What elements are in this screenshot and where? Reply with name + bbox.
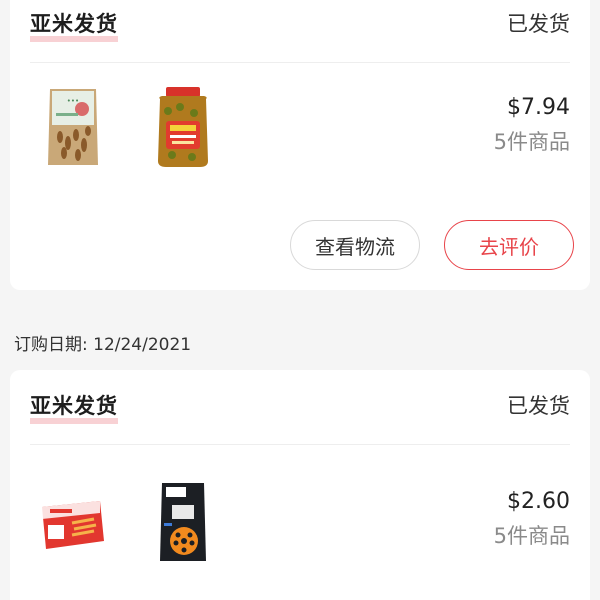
order-card-header: 亚米发货 已发货 — [30, 0, 570, 63]
seller-underline — [30, 36, 118, 42]
item-count: 5件商品 — [493, 524, 570, 548]
order-summary: $2.60 5件商品 — [494, 487, 570, 553]
order-summary: $7.94 5件商品 — [494, 93, 570, 159]
order-card-header: 亚米发货 已发货 — [30, 370, 570, 445]
order-price: $7.94 — [507, 95, 570, 120]
write-review-button[interactable]: 去评价 — [444, 220, 574, 270]
konjac-snack-box-icon[interactable] — [38, 479, 108, 565]
view-logistics-button[interactable]: 查看物流 — [290, 220, 420, 270]
seller-name: 亚米发货 — [30, 8, 118, 42]
order-status: 已发货 — [507, 12, 570, 36]
orders-page: 亚米发货 已发货 ••• $7.94 5件商品 查看物流 去评价 订购日期: 1… — [0, 0, 600, 600]
order-actions: 查看物流 去评价 — [290, 220, 574, 270]
seller-name: 亚米发货 — [30, 390, 118, 424]
item-count: 5件商品 — [493, 130, 570, 154]
peanut-snack-bag-icon[interactable]: ••• — [38, 85, 108, 171]
order-status: 已发货 — [507, 394, 570, 418]
product-thumbnails[interactable] — [38, 477, 218, 567]
product-thumbnails[interactable]: ••• — [38, 83, 218, 173]
pickled-vegetable-jar-icon[interactable] — [148, 85, 218, 171]
order-card[interactable]: 亚米发货 已发货 $2.60 5件商品 — [10, 370, 590, 600]
order-price: $2.60 — [507, 489, 570, 514]
order-card[interactable]: 亚米发货 已发货 ••• $7.94 5件商品 查看物流 去评价 — [10, 0, 590, 290]
lotus-root-snack-bag-icon[interactable] — [148, 479, 218, 565]
seller-underline — [30, 418, 118, 424]
order-date: 订购日期: 12/24/2021 — [14, 335, 192, 355]
